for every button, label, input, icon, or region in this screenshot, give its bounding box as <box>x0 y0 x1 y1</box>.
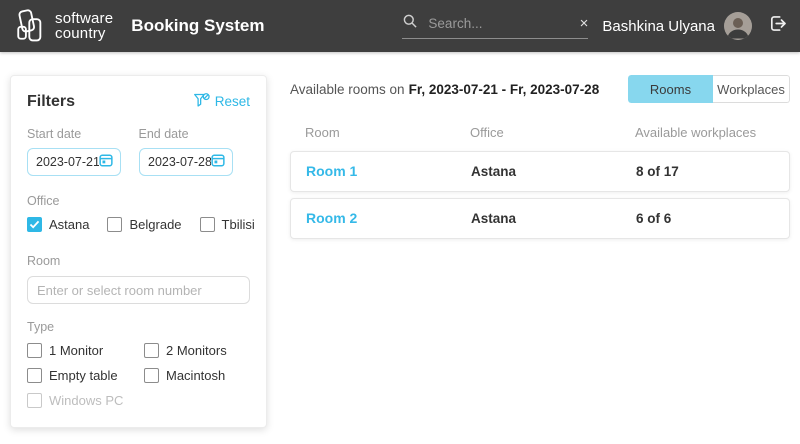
search-bar[interactable]: × <box>402 13 588 39</box>
table-row: Room 2 Astana 6 of 6 <box>290 198 790 239</box>
calendar-icon[interactable] <box>99 153 113 172</box>
checkbox-label: Windows PC <box>49 393 123 408</box>
start-date-input[interactable] <box>36 155 99 169</box>
calendar-icon[interactable] <box>211 153 225 172</box>
checkbox-box <box>27 343 42 358</box>
checkbox-box <box>107 217 122 232</box>
checkbox-type-2-monitors[interactable]: 2 Monitors <box>144 343 250 358</box>
company-logo-icon <box>14 8 48 44</box>
filters-title: Filters <box>27 93 75 111</box>
column-header-available-workplaces: Available workplaces <box>635 125 790 140</box>
reset-filters-button[interactable]: Reset <box>193 92 250 111</box>
page-title: Booking System <box>131 16 264 36</box>
room-number-input[interactable] <box>27 276 250 304</box>
room-link[interactable]: Room 1 <box>306 163 357 179</box>
checkbox-office-tbilisi[interactable]: Tbilisi <box>200 217 255 232</box>
filters-panel: Filters Reset Start date End date <box>10 75 267 428</box>
view-switcher: Rooms Workplaces <box>628 75 790 103</box>
subtitle-prefix: Available rooms on <box>290 82 405 97</box>
reset-label: Reset <box>215 94 250 109</box>
office-section-label: Office <box>27 194 250 208</box>
checkbox-box <box>27 368 42 383</box>
checkbox-office-belgrade[interactable]: Belgrade <box>107 217 181 232</box>
checkbox-box <box>27 393 42 408</box>
checkbox-type-1-monitor[interactable]: 1 Monitor <box>27 343 144 358</box>
end-date-label: End date <box>139 127 251 141</box>
app-header: software country Booking System × Bashki… <box>0 0 800 52</box>
checkbox-type-windows-pc: Windows PC <box>27 393 144 408</box>
end-date-field[interactable] <box>139 148 233 176</box>
checkbox-label: Tbilisi <box>222 217 255 232</box>
start-date-label: Start date <box>27 127 139 141</box>
logout-icon <box>767 13 788 39</box>
user-avatar[interactable] <box>724 12 752 40</box>
room-available-cell: 6 of 6 <box>636 211 789 226</box>
checkbox-label: Astana <box>49 217 89 232</box>
checkbox-label: Belgrade <box>129 217 181 232</box>
room-available-cell: 8 of 17 <box>636 164 789 179</box>
main-content: Available rooms on Fr, 2023-07-21 - Fr, 2… <box>290 75 790 428</box>
company-logo-text: software country <box>55 11 113 41</box>
column-header-office: Office <box>470 125 635 140</box>
checkbox-office-astana[interactable]: Astana <box>27 217 89 232</box>
user-name: Bashkina Ulyana <box>602 18 715 35</box>
room-office-cell: Astana <box>471 164 636 179</box>
start-date-field[interactable] <box>27 148 121 176</box>
checkbox-box <box>144 368 159 383</box>
checkbox-type-empty-table[interactable]: Empty table <box>27 368 144 383</box>
checkbox-box <box>200 217 215 232</box>
tab-workplaces[interactable]: Workplaces <box>713 75 790 103</box>
checkbox-label: Empty table <box>49 368 118 383</box>
search-clear-icon[interactable]: × <box>580 16 589 31</box>
checkbox-label: 1 Monitor <box>49 343 103 358</box>
search-icon <box>402 13 418 34</box>
company-logo: software country <box>14 8 113 44</box>
table-row: Room 1 Astana 8 of 17 <box>290 151 790 192</box>
search-input[interactable] <box>426 15 571 32</box>
room-office-cell: Astana <box>471 211 636 226</box>
table-header: Room Office Available workplaces <box>290 125 790 140</box>
filter-reset-icon <box>193 92 210 111</box>
room-link[interactable]: Room 2 <box>306 210 357 226</box>
office-options: Astana Belgrade Tbilisi <box>27 217 250 232</box>
available-rooms-subtitle: Available rooms on Fr, 2023-07-21 - Fr, 2… <box>290 82 599 97</box>
checkbox-type-macintosh[interactable]: Macintosh <box>144 368 250 383</box>
column-header-room: Room <box>305 125 470 140</box>
room-section-label: Room <box>27 254 250 268</box>
subtitle-date-range: Fr, 2023-07-21 - Fr, 2023-07-28 <box>409 82 600 97</box>
type-section-label: Type <box>27 320 250 334</box>
tab-rooms[interactable]: Rooms <box>628 75 713 103</box>
type-options: 1 Monitor 2 Monitors Empty table Macinto… <box>27 343 250 408</box>
checkbox-label: 2 Monitors <box>166 343 227 358</box>
checkbox-box <box>27 217 42 232</box>
checkbox-label: Macintosh <box>166 368 225 383</box>
checkbox-box <box>144 343 159 358</box>
end-date-input[interactable] <box>148 155 211 169</box>
logout-button[interactable] <box>767 13 788 39</box>
